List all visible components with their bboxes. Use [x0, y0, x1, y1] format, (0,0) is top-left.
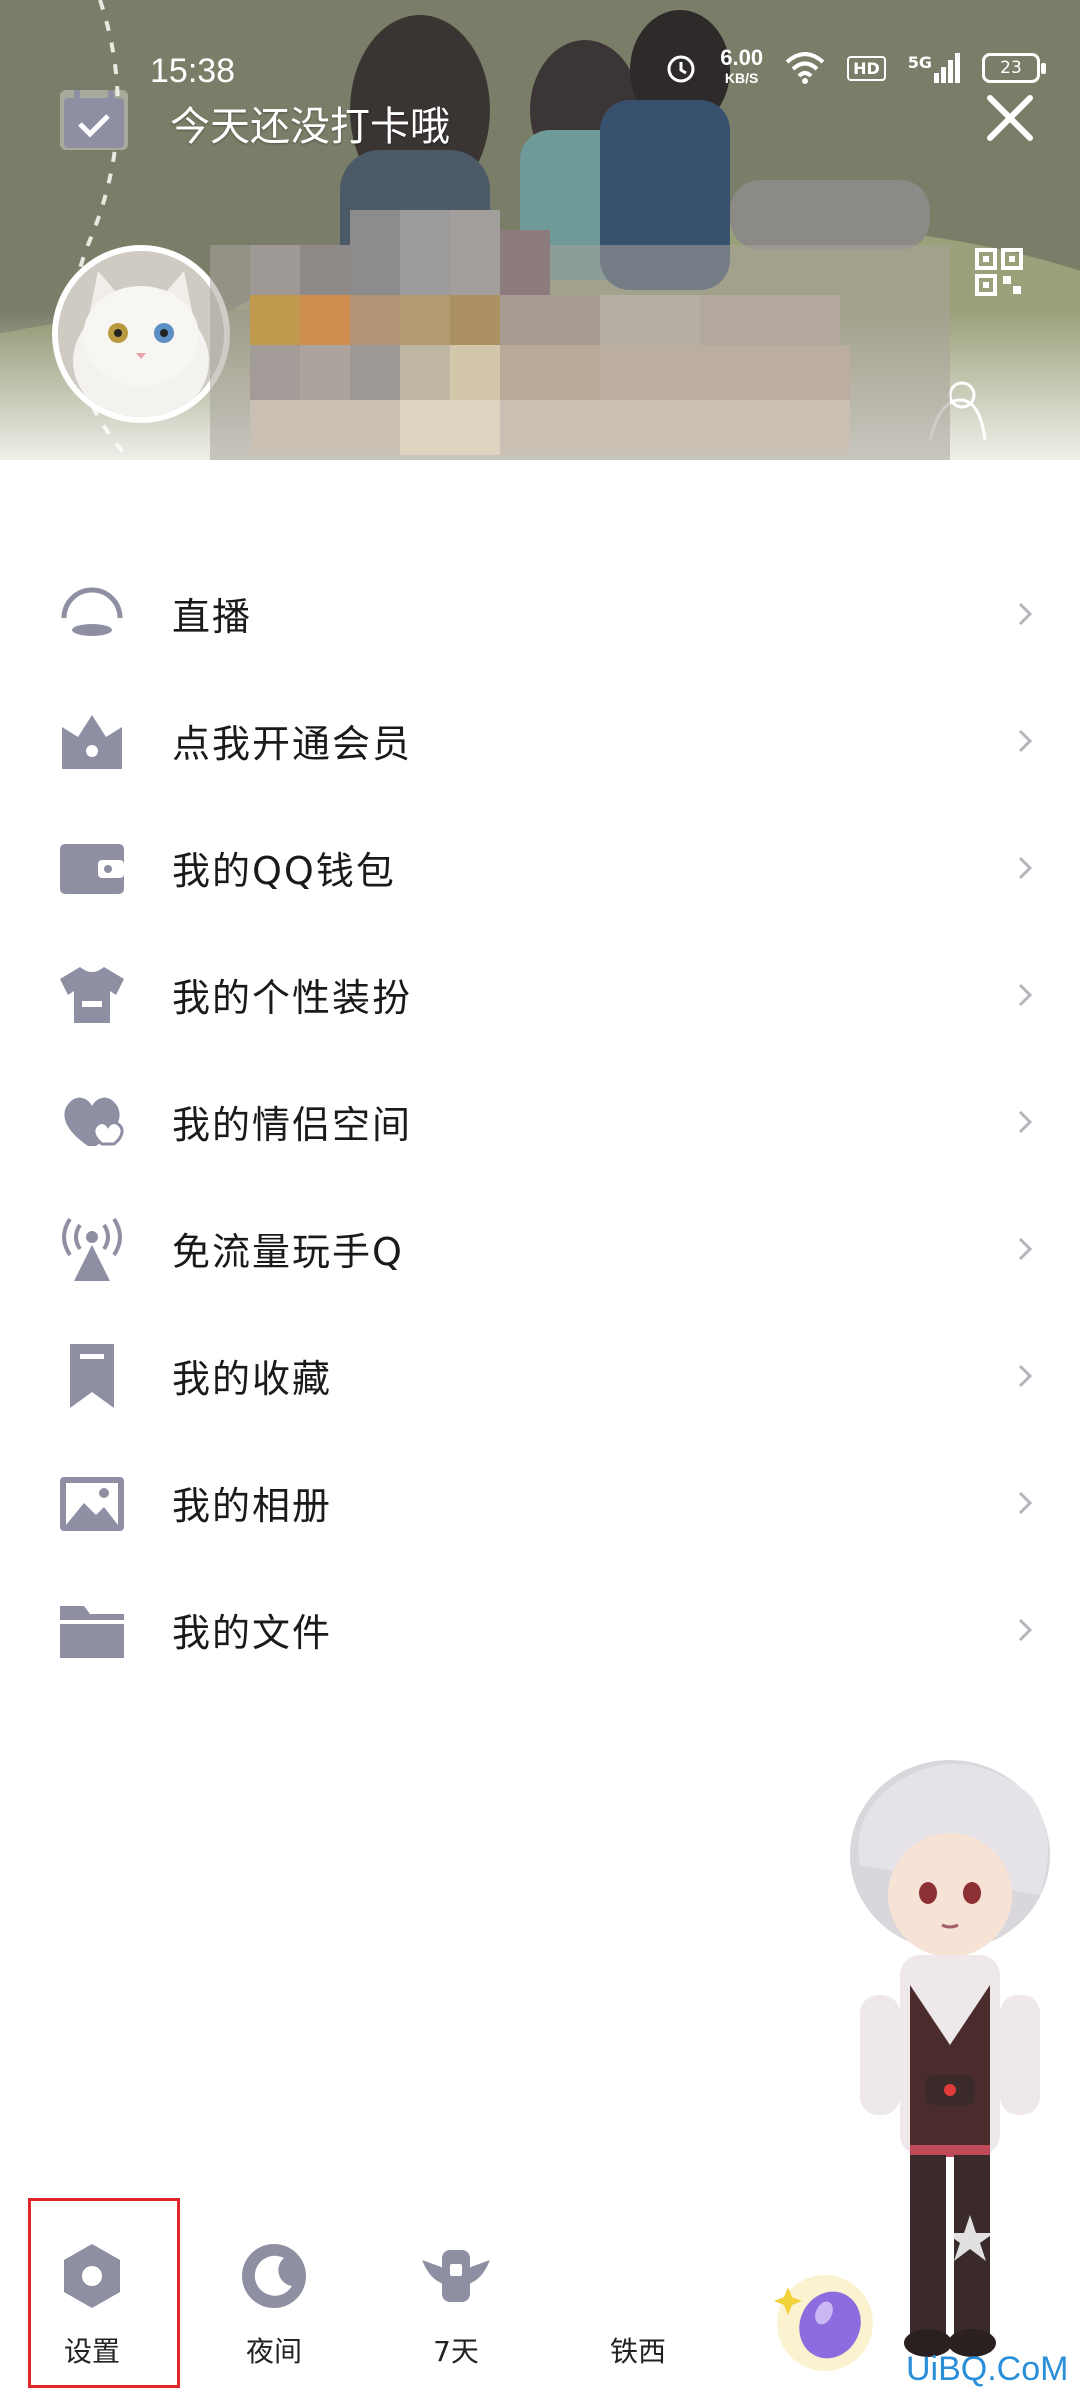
side-menu: 直播 点我开通会员 我的QQ钱包 我的个性装扮 我的情侣空间 免流量玩手Q 我的…	[0, 550, 1080, 1693]
menu-item-couple-space[interactable]: 我的情侣空间	[0, 1058, 1080, 1185]
wallet-icon	[58, 834, 126, 902]
nickname-mosaic	[210, 210, 950, 460]
chevron-right-icon	[1018, 983, 1033, 1006]
menu-item-label: 我的收藏	[172, 1357, 333, 1401]
folder-icon	[58, 1596, 126, 1664]
network-speed: 6.00 KB/S	[720, 45, 764, 88]
chevron-right-icon	[1018, 1491, 1033, 1514]
weather-day-label: 7天	[433, 2335, 479, 2368]
calendar-check-icon[interactable]	[60, 90, 128, 150]
magic-egg-icon[interactable]	[770, 2265, 880, 2375]
menu-item-label: 我的文件	[172, 1611, 333, 1655]
menu-item-label: 免流量玩手Q	[172, 1230, 404, 1274]
cat-avatar-image	[58, 251, 224, 417]
menu-item-favorites[interactable]: 我的收藏	[0, 1312, 1080, 1439]
menu-item-wallet[interactable]: 我的QQ钱包	[0, 804, 1080, 931]
avatar[interactable]	[52, 245, 230, 423]
night-label: 夜间	[245, 2335, 302, 2368]
chevron-right-icon	[1018, 602, 1033, 625]
battery-level: 23	[1000, 58, 1022, 78]
crown-icon	[58, 707, 126, 775]
chevron-right-icon	[1018, 1237, 1033, 1260]
menu-item-files[interactable]: 我的文件	[0, 1566, 1080, 1693]
qr-code-icon[interactable]	[975, 248, 1023, 296]
network-type: 5G	[907, 53, 932, 72]
menu-item-label: 点我开通会员	[172, 722, 413, 766]
bookmark-icon	[58, 1342, 126, 1410]
hd-badge: HD	[847, 55, 886, 81]
status-icons: 6.00 KB/S HD 5G 23	[664, 45, 1046, 88]
photo-icon	[58, 1469, 126, 1537]
chevron-right-icon	[1018, 1618, 1033, 1641]
calendar-check-glyph	[64, 90, 124, 148]
menu-item-theme[interactable]: 我的个性装扮	[0, 931, 1080, 1058]
weather-7day-button[interactable]: 7天	[386, 2240, 526, 2370]
menu-item-label: 我的情侣空间	[172, 1103, 413, 1147]
network-speed-unit: KB/S	[724, 70, 759, 86]
menu-item-live[interactable]: 直播	[0, 550, 1080, 677]
close-icon[interactable]	[980, 88, 1040, 148]
chevron-right-icon	[1018, 729, 1033, 752]
chevron-right-icon	[1018, 856, 1033, 879]
signal-bars-icon	[934, 53, 960, 83]
status-time: 15:38	[150, 52, 236, 90]
menu-item-album[interactable]: 我的相册	[0, 1439, 1080, 1566]
menu-item-label: 我的QQ钱包	[172, 849, 396, 893]
chevron-right-icon	[1018, 1364, 1033, 1387]
night-mode-button[interactable]: 夜间	[204, 2240, 344, 2370]
menu-item-free-data[interactable]: 免流量玩手Q	[0, 1185, 1080, 1312]
cell-signal: 5G	[908, 53, 960, 83]
signal-tower-icon	[58, 1215, 126, 1283]
hearts-icon	[58, 1088, 126, 1156]
menu-item-label: 直播	[172, 595, 253, 639]
weather-city-icon-placeholder	[602, 2240, 674, 2312]
wifi-icon	[785, 52, 825, 84]
status-bar: 15:38 6.00 KB/S HD 5G 23	[0, 0, 1080, 110]
settings-highlight-box	[28, 2198, 180, 2388]
battery-icon: 23	[982, 53, 1046, 83]
chevron-right-icon	[1018, 1110, 1033, 1133]
winged-robot-icon	[422, 2250, 490, 2302]
menu-item-label: 我的个性装扮	[172, 976, 413, 1020]
shirt-icon	[58, 961, 126, 1029]
moon-icon	[242, 2244, 306, 2308]
alarm-icon	[667, 55, 695, 83]
live-icon	[58, 580, 126, 648]
menu-item-vip[interactable]: 点我开通会员	[0, 677, 1080, 804]
menu-item-label: 我的相册	[172, 1484, 333, 1528]
city-label: 铁西	[609, 2335, 666, 2368]
weather-city-button[interactable]: 铁西	[568, 2240, 708, 2370]
network-speed-value: 6.00	[720, 45, 764, 70]
watermark-text: UiBQ.CoM	[906, 2350, 1069, 2388]
checkin-text[interactable]: 今天还没打卡哦	[170, 94, 450, 152]
